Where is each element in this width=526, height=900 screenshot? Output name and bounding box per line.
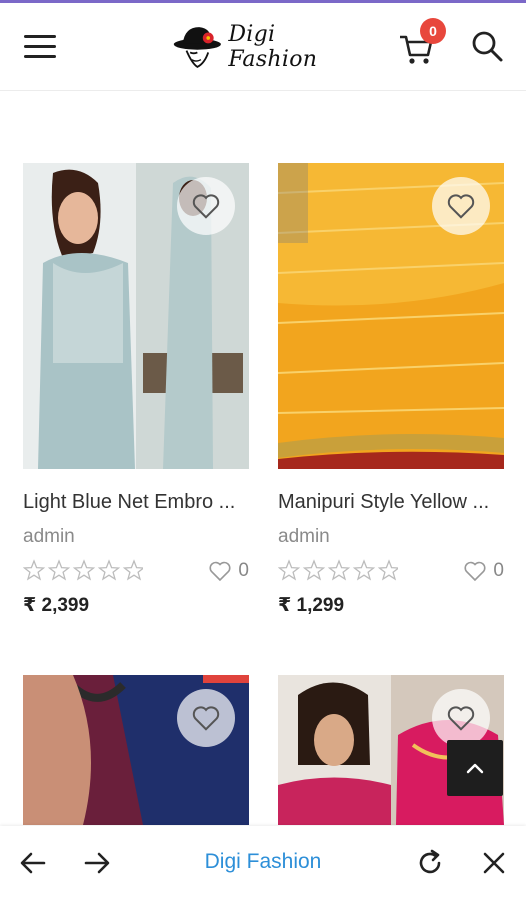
product-title[interactable]: Manipuri Style Yellow ... <box>278 491 504 514</box>
heart-outline-icon <box>192 706 220 731</box>
like-counter[interactable]: 0 <box>463 560 504 582</box>
like-counter[interactable]: 0 <box>208 560 249 582</box>
search-icon[interactable] <box>470 29 504 63</box>
heart-outline-icon <box>209 561 231 582</box>
chevron-up-icon <box>466 763 484 774</box>
bottom-bar-title[interactable]: Digi Fashion <box>163 850 363 874</box>
hamburger-icon[interactable] <box>24 35 56 59</box>
heart-outline-icon <box>447 706 475 731</box>
product-image[interactable] <box>23 675 249 825</box>
browser-bottom-bar: Digi Fashion <box>0 826 526 900</box>
brand-logo[interactable]: Digi Fashion <box>172 17 358 77</box>
like-count: 0 <box>238 560 249 581</box>
wishlist-button[interactable] <box>177 689 235 747</box>
star-outline-icons <box>278 559 398 581</box>
heart-outline-icon <box>464 561 486 582</box>
logo-hat-icon <box>173 27 221 68</box>
heart-outline-icon <box>447 194 475 219</box>
wishlist-button[interactable] <box>432 689 490 747</box>
rating-stars <box>278 559 398 583</box>
arrow-left-icon[interactable] <box>18 848 48 878</box>
product-card[interactable]: Manipuri Style Yellow ... admin 0 ₹ 1,29… <box>278 163 504 617</box>
brand-name: Digi Fashion <box>228 22 318 72</box>
close-icon[interactable] <box>479 848 509 878</box>
arrow-right-icon[interactable] <box>82 848 112 878</box>
product-author: admin <box>278 526 330 547</box>
reload-icon[interactable] <box>415 848 445 878</box>
product-author: admin <box>23 526 75 547</box>
app-header: Digi Fashion 0 <box>0 3 526 91</box>
product-card[interactable]: Light Blue Net Embro ... admin 0 ₹ 2,399 <box>23 163 249 617</box>
wishlist-button[interactable] <box>177 177 235 235</box>
wishlist-button[interactable] <box>432 177 490 235</box>
product-card[interactable] <box>23 675 249 825</box>
product-image[interactable] <box>278 163 504 469</box>
rating-stars <box>23 559 143 583</box>
star-outline-icons <box>23 559 143 581</box>
heart-outline-icon <box>192 194 220 219</box>
product-title[interactable]: Light Blue Net Embro ... <box>23 491 249 514</box>
product-price: ₹ 2,399 <box>23 595 90 616</box>
like-count: 0 <box>493 560 504 581</box>
cart-count-badge: 0 <box>420 18 446 44</box>
product-image[interactable] <box>23 163 249 469</box>
product-price: ₹ 1,299 <box>278 595 345 616</box>
scroll-to-top-button[interactable] <box>447 740 503 796</box>
